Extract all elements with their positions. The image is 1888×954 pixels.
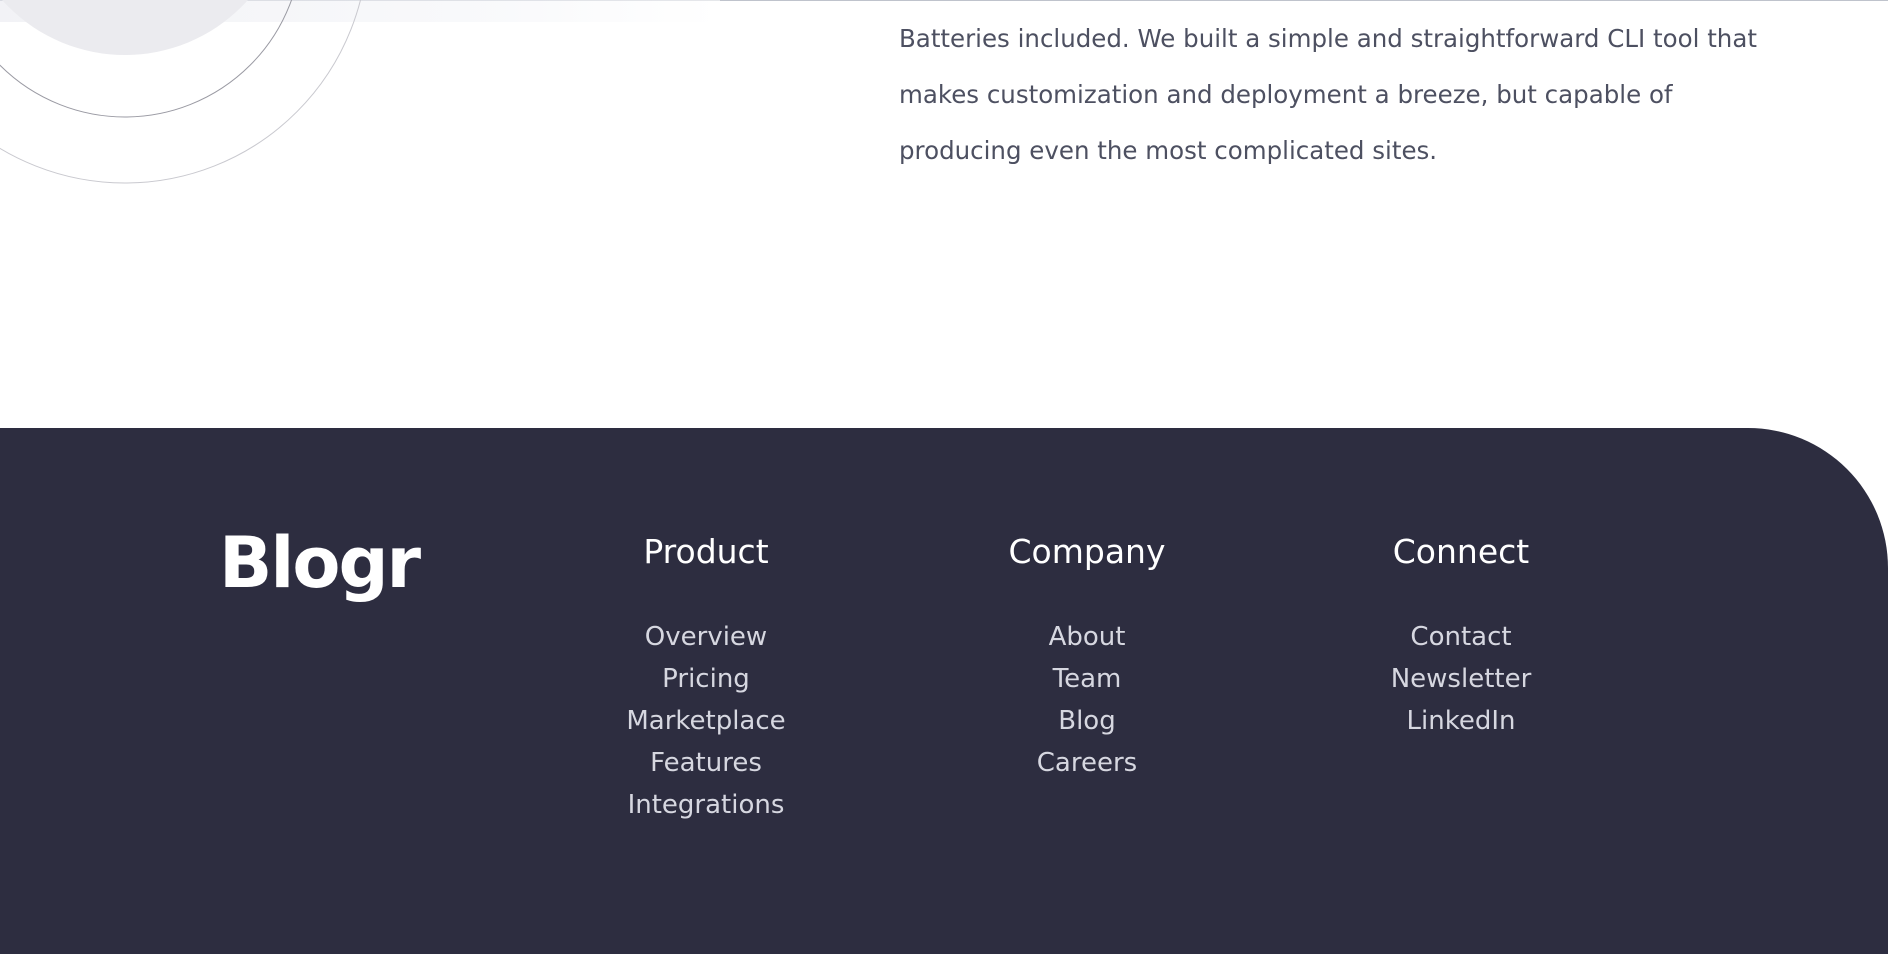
footer-links-company: About Team Blog Careers — [937, 616, 1237, 784]
footer-links-connect: Contact Newsletter LinkedIn — [1311, 616, 1611, 742]
footer-link-about[interactable]: About — [1049, 616, 1126, 658]
footer-column-company: Company About Team Blog Careers — [937, 532, 1237, 784]
footer-heading-connect: Connect — [1392, 532, 1530, 571]
footer-column-connect: Connect Contact Newsletter LinkedIn — [1311, 532, 1611, 742]
footer-heading-company: Company — [1008, 532, 1166, 571]
footer-link-contact[interactable]: Contact — [1410, 616, 1511, 658]
footer-column-product: Product Overview Pricing Marketplace Fea… — [556, 532, 856, 826]
site-footer: Blogr Product Overview Pricing Marketpla… — [0, 428, 1888, 954]
footer-link-blog[interactable]: Blog — [1058, 700, 1115, 742]
footer-heading-product: Product — [643, 532, 769, 571]
footer-link-features[interactable]: Features — [650, 742, 762, 784]
footer-link-linkedin[interactable]: LinkedIn — [1407, 700, 1516, 742]
footer-links-product: Overview Pricing Marketplace Features In… — [556, 616, 856, 826]
footer-link-overview[interactable]: Overview — [645, 616, 767, 658]
footer-link-newsletter[interactable]: Newsletter — [1391, 658, 1532, 700]
footer-link-integrations[interactable]: Integrations — [628, 784, 785, 826]
footer-link-careers[interactable]: Careers — [1037, 742, 1137, 784]
footer-link-pricing[interactable]: Pricing — [662, 658, 750, 700]
footer-link-team[interactable]: Team — [1053, 658, 1122, 700]
decorative-circles-illustration — [0, 0, 720, 184]
intro-paragraph: Batteries included. We built a simple an… — [899, 24, 1757, 165]
blogr-logo[interactable]: Blogr — [219, 528, 421, 598]
footer-link-marketplace[interactable]: Marketplace — [626, 700, 785, 742]
